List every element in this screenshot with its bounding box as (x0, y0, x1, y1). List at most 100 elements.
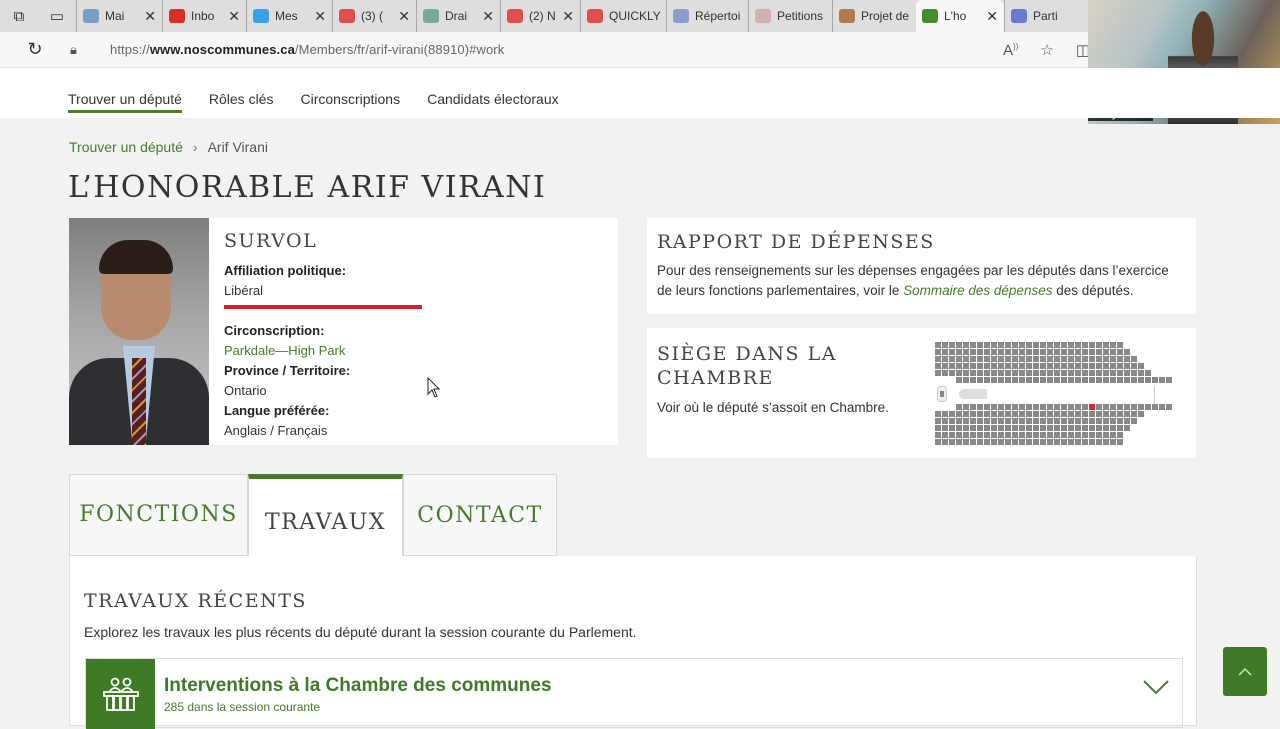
seat[interactable] (1026, 356, 1032, 362)
seat[interactable] (1089, 370, 1095, 376)
seat[interactable] (1054, 404, 1060, 410)
browser-tab[interactable]: (3) (✕ (332, 0, 416, 32)
seat[interactable] (998, 342, 1004, 348)
seat[interactable] (1089, 356, 1095, 362)
seat[interactable] (1040, 418, 1046, 424)
seat[interactable] (956, 349, 962, 355)
seat[interactable] (1012, 349, 1018, 355)
seat[interactable] (1103, 404, 1109, 410)
seat[interactable] (1054, 418, 1060, 424)
seat[interactable] (956, 363, 962, 369)
seat[interactable] (1103, 425, 1109, 431)
seat[interactable] (1138, 363, 1144, 369)
seat[interactable] (956, 418, 962, 424)
seat[interactable] (1019, 370, 1025, 376)
seat[interactable] (1089, 363, 1095, 369)
seat[interactable] (1005, 418, 1011, 424)
seat[interactable] (984, 439, 990, 445)
seat[interactable] (1047, 342, 1053, 348)
seat[interactable] (991, 363, 997, 369)
seat[interactable] (977, 342, 983, 348)
seat[interactable] (1012, 404, 1018, 410)
close-tab-icon[interactable]: ✕ (562, 8, 574, 25)
seat[interactable] (963, 342, 969, 348)
seat[interactable] (1005, 356, 1011, 362)
close-tab-icon[interactable]: ✕ (144, 8, 156, 25)
seat[interactable] (1110, 404, 1116, 410)
seat[interactable] (1166, 404, 1172, 410)
seat[interactable] (1075, 363, 1081, 369)
seat[interactable] (1138, 370, 1144, 376)
seat[interactable] (1061, 425, 1067, 431)
seat[interactable] (1117, 363, 1123, 369)
seat[interactable] (942, 363, 948, 369)
nav-key-roles[interactable]: Rôles clés (209, 91, 274, 113)
seat[interactable] (1012, 377, 1018, 383)
seat[interactable] (1145, 404, 1151, 410)
browser-tab[interactable]: Mai ✕ (76, 0, 162, 32)
seat[interactable] (1103, 370, 1109, 376)
seat[interactable] (991, 411, 997, 417)
seat[interactable] (984, 432, 990, 438)
seat[interactable] (998, 349, 1004, 355)
seat[interactable] (1061, 363, 1067, 369)
browser-tab[interactable]: Projet de (832, 0, 916, 32)
seat[interactable] (991, 342, 997, 348)
seat[interactable] (1068, 411, 1074, 417)
seat[interactable] (1082, 363, 1088, 369)
seat[interactable] (1019, 432, 1025, 438)
seat[interactable] (970, 342, 976, 348)
seat[interactable] (1075, 356, 1081, 362)
seat[interactable] (942, 356, 948, 362)
seat[interactable] (963, 377, 969, 383)
seat[interactable] (1082, 404, 1088, 410)
url-field[interactable]: https://www.noscommunes.ca/Members/fr/ar… (110, 42, 504, 57)
seat[interactable] (942, 342, 948, 348)
seat[interactable] (1040, 404, 1046, 410)
seat[interactable] (984, 356, 990, 362)
seat[interactable] (1075, 418, 1081, 424)
seat[interactable] (949, 356, 955, 362)
seat[interactable] (1075, 439, 1081, 445)
seat[interactable] (1159, 404, 1165, 410)
seat[interactable] (1082, 432, 1088, 438)
seat[interactable] (991, 432, 997, 438)
seat[interactable] (1068, 377, 1074, 383)
seat[interactable] (1026, 439, 1032, 445)
seat[interactable] (1061, 342, 1067, 348)
seat[interactable] (1033, 439, 1039, 445)
seat[interactable] (949, 411, 955, 417)
seat[interactable] (991, 425, 997, 431)
seat[interactable] (1096, 356, 1102, 362)
seat[interactable] (1068, 404, 1074, 410)
seat[interactable] (1103, 411, 1109, 417)
seating-chart[interactable] (935, 342, 1172, 446)
seat[interactable] (1047, 432, 1053, 438)
seat[interactable] (1096, 432, 1102, 438)
seat[interactable] (991, 356, 997, 362)
seat[interactable] (998, 356, 1004, 362)
browser-tab[interactable]: Drai ✕ (416, 0, 500, 32)
seat[interactable] (1047, 411, 1053, 417)
seat[interactable] (1005, 404, 1011, 410)
seat[interactable] (1117, 349, 1123, 355)
member-seat-highlight[interactable] (1088, 403, 1096, 411)
seat[interactable] (984, 404, 990, 410)
seat[interactable] (963, 404, 969, 410)
seat[interactable] (1124, 425, 1130, 431)
seat[interactable] (977, 363, 983, 369)
seat[interactable] (1103, 377, 1109, 383)
seat[interactable] (984, 370, 990, 376)
seat[interactable] (970, 356, 976, 362)
seat[interactable] (1082, 411, 1088, 417)
seat[interactable] (1061, 356, 1067, 362)
seat[interactable] (1082, 356, 1088, 362)
seat[interactable] (970, 411, 976, 417)
seat[interactable] (1089, 377, 1095, 383)
seat[interactable] (963, 370, 969, 376)
seat[interactable] (1131, 370, 1137, 376)
seat[interactable] (1012, 411, 1018, 417)
seat[interactable] (998, 363, 1004, 369)
seat[interactable] (1124, 418, 1130, 424)
tab-actions-icon[interactable]: ▭ (38, 0, 76, 32)
